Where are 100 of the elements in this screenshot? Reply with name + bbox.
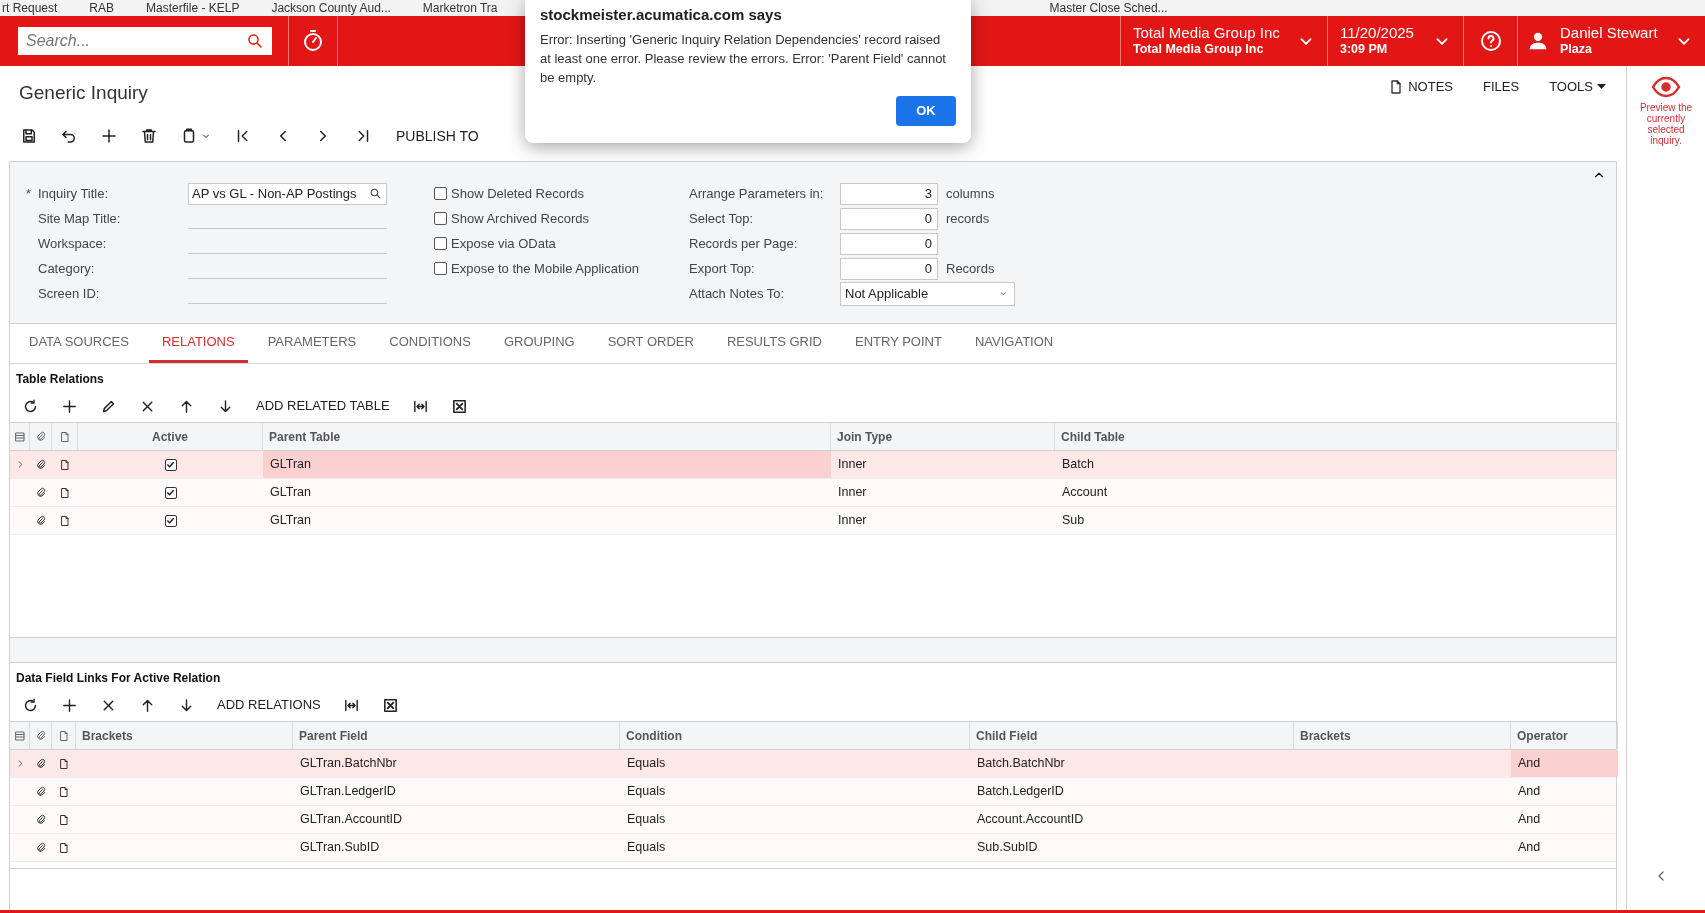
timer-icon[interactable] <box>301 29 325 53</box>
column-header[interactable]: Parent Field <box>293 722 620 749</box>
tab[interactable]: RELATIONS <box>148 324 248 363</box>
tab[interactable]: SORT ORDER <box>594 324 707 363</box>
note-icon[interactable] <box>58 757 70 770</box>
column-header[interactable]: Parent Table <box>263 423 831 450</box>
tab[interactable]: GROUPING <box>490 324 588 363</box>
note-icon[interactable] <box>59 458 71 471</box>
column-header[interactable]: Child Table <box>1055 423 1619 450</box>
preview-hint: Preview the currently selected inquiry. <box>1638 102 1694 146</box>
table-row[interactable]: GLTran Inner Sub <box>10 507 1616 535</box>
number-field[interactable]: 3 <box>840 182 938 205</box>
field-label: Select Top: <box>689 209 755 228</box>
table-row[interactable]: GLTran.LedgerID Equals Batch.LedgerID And <box>10 778 1616 806</box>
tab[interactable]: ENTRY POINT <box>842 324 955 363</box>
publish-button[interactable]: PUBLISH TO <box>396 125 479 147</box>
eye-icon[interactable] <box>1651 76 1681 98</box>
tab[interactable]: CONDITIONS <box>376 324 484 363</box>
table-cell-text: GLTran.SubID <box>299 839 381 857</box>
grid-settings-icon <box>13 729 26 742</box>
field-label: Export Top: <box>689 259 756 278</box>
checkbox-label: Show Deleted Records <box>451 184 584 203</box>
add-icon[interactable] <box>100 127 118 145</box>
refresh-icon[interactable] <box>22 696 39 714</box>
column-header[interactable]: Join Type <box>831 423 1055 450</box>
user-location: Plaza <box>1560 41 1593 58</box>
table-row[interactable]: GLTran.AccountID Equals Account.AccountID And <box>10 806 1616 834</box>
bookmark-link[interactable]: Masterfile - KELP <box>146 1 240 15</box>
number-field[interactable]: 0 <box>840 257 938 280</box>
note-icon[interactable] <box>59 486 71 499</box>
checkbox[interactable] <box>434 262 447 275</box>
dialog-message: Error: Inserting 'Generic Inquiry Relation Dependencies' record raised at least one error. Please review the errors. Error: 'Parent Field' cannot be empty. <box>540 31 947 87</box>
tools-menu-button[interactable]: TOOLS <box>1549 77 1606 97</box>
paperclip-icon[interactable] <box>35 486 47 499</box>
note-icon[interactable] <box>58 841 70 854</box>
page-title: Generic Inquiry <box>19 80 148 105</box>
column-header[interactable]: Operator <box>1511 722 1618 749</box>
refresh-icon[interactable] <box>22 397 39 415</box>
paperclip-icon[interactable] <box>35 458 47 471</box>
text-field[interactable]: AP vs GL - Non-AP Postings <box>188 182 387 205</box>
table-cell-text: Batch.LedgerID <box>976 783 1065 801</box>
note-icon[interactable] <box>58 785 70 798</box>
add-button[interactable]: ADD RELATED TABLE <box>256 396 390 416</box>
user-name: Daniel Stewart <box>1560 24 1659 41</box>
table-cell-text: Inner <box>837 512 868 530</box>
paperclip-icon[interactable] <box>35 813 47 826</box>
column-header[interactable]: Active <box>78 423 263 450</box>
bookmark-link[interactable]: rt Request <box>2 1 58 15</box>
paperclip-icon[interactable] <box>35 841 47 854</box>
tab[interactable]: RESULTS GRID <box>713 324 835 363</box>
files-button[interactable]: FILES <box>1483 77 1520 97</box>
notes-button[interactable]: NOTES <box>1388 77 1454 97</box>
number-field[interactable]: 0 <box>840 232 938 255</box>
bookmark-link[interactable]: RAB <box>89 1 115 15</box>
bookmark-link[interactable]: Marketron Tra <box>422 1 498 15</box>
bookmark-link[interactable]: Jackson County Aud... <box>271 1 391 15</box>
table-cell-text: Batch <box>1061 456 1095 474</box>
caret-icon <box>1597 84 1606 90</box>
checkbox[interactable] <box>164 514 177 527</box>
table-row[interactable]: GLTran.BatchNbr Equals Batch.BatchNbr And <box>10 750 1616 778</box>
table-cell-text: GLTran <box>269 484 312 502</box>
checkbox[interactable] <box>164 458 177 471</box>
column-header[interactable]: Brackets <box>76 722 293 749</box>
checkbox[interactable] <box>434 212 447 225</box>
add-button[interactable]: ADD RELATIONS <box>217 695 321 715</box>
column-header[interactable]: Child Field <box>970 722 1294 749</box>
add-icon[interactable] <box>61 696 78 714</box>
number-field[interactable]: 0 <box>840 207 938 230</box>
note-icon[interactable] <box>59 514 71 527</box>
tab[interactable]: DATA SOURCES <box>16 324 142 363</box>
search-icon[interactable] <box>246 32 264 50</box>
paperclip-icon <box>34 430 47 443</box>
column-header[interactable]: Condition <box>620 722 970 749</box>
checkbox[interactable] <box>434 237 447 250</box>
search-icon[interactable] <box>369 187 382 200</box>
table-row[interactable]: GLTran.SubID Equals Sub.SubID And <box>10 834 1616 862</box>
tab[interactable]: PARAMETERS <box>254 324 370 363</box>
column-header[interactable]: Brackets <box>1294 722 1511 749</box>
table-cell-text: GLTran.AccountID <box>299 811 404 829</box>
delete-icon[interactable] <box>140 127 158 145</box>
tab[interactable]: NAVIGATION <box>961 324 1067 363</box>
paperclip-icon[interactable] <box>35 514 47 527</box>
help-icon[interactable] <box>1478 29 1503 53</box>
table-cell-text: Account <box>1061 484 1109 502</box>
user-icon[interactable] <box>1528 31 1548 51</box>
add-icon[interactable] <box>61 397 78 415</box>
note-icon[interactable] <box>58 813 70 826</box>
save-icon[interactable] <box>20 127 38 145</box>
checkbox[interactable] <box>434 187 447 200</box>
ok-button[interactable]: OK <box>896 96 956 126</box>
table-row[interactable]: GLTran Inner Batch <box>10 451 1616 479</box>
checkbox[interactable] <box>164 486 177 499</box>
dropdown[interactable]: Not Applicable <box>840 281 1015 306</box>
table-cell-text: And <box>1517 783 1542 801</box>
search-field[interactable]: Search... <box>18 27 272 55</box>
field-label: Site Map Title: <box>38 209 122 228</box>
bookmark-link[interactable]: Master Close Sched... <box>1049 1 1168 15</box>
paperclip-icon[interactable] <box>35 757 47 770</box>
table-row[interactable]: GLTran Inner Account <box>10 479 1616 507</box>
paperclip-icon[interactable] <box>35 785 47 798</box>
